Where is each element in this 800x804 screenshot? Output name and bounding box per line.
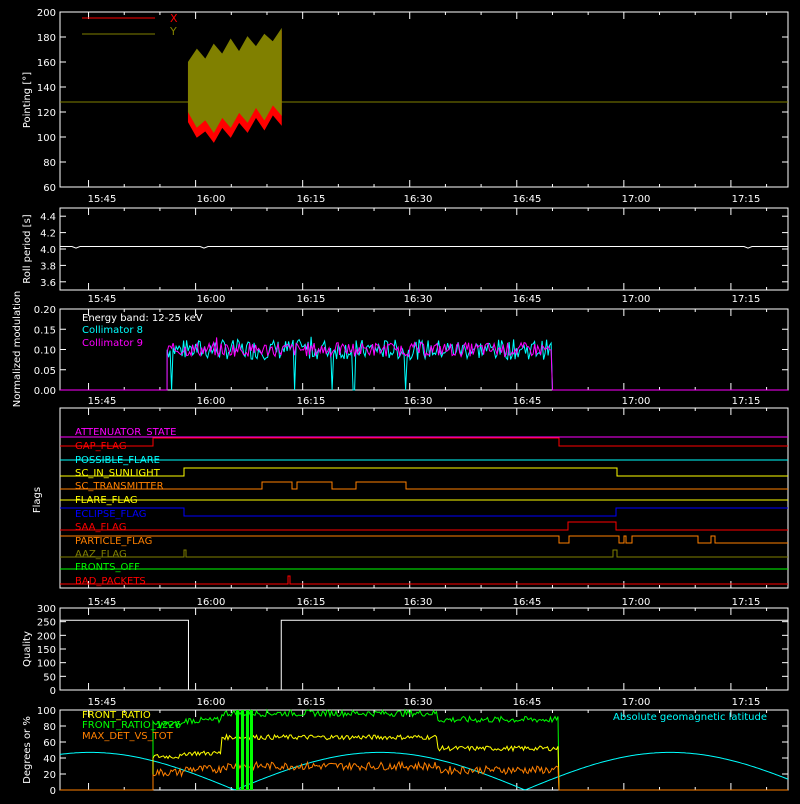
- time-label: 16:30: [404, 294, 433, 305]
- flag-label-saa-flag: SAA_FLAG: [75, 522, 126, 533]
- modulation-energy-band: Energy band: 12-25 keV: [82, 313, 203, 324]
- time-label: 15:45: [88, 597, 117, 608]
- time-label: 17:15: [732, 294, 761, 305]
- modulation-ylabel: Normalized modulation: [12, 291, 23, 408]
- ratio-front-ratio-spike: [241, 710, 244, 790]
- time-label: 17:00: [622, 697, 651, 708]
- y-tick-label: 80: [43, 158, 56, 169]
- time-label: 15:45: [88, 194, 117, 205]
- time-label: 15:45: [88, 697, 117, 708]
- time-label: 16:15: [297, 597, 326, 608]
- quality-ylabel: Quality: [22, 631, 33, 667]
- y-tick-label: 4.4: [40, 212, 56, 223]
- flags-ylabel: Flags: [32, 487, 43, 513]
- time-label: 16:15: [297, 697, 326, 708]
- pointing-legend-x-label: X: [170, 12, 178, 25]
- y-tick-label: 60: [43, 738, 56, 749]
- y-tick-label: 0: [50, 786, 56, 797]
- pointing-ylabel: Pointing [°]: [22, 72, 33, 128]
- y-tick-label: 200: [37, 8, 56, 19]
- time-label: 16:45: [513, 294, 542, 305]
- time-label: 17:00: [622, 597, 651, 608]
- time-label: 15:45: [88, 396, 117, 407]
- time-label: 16:45: [513, 597, 542, 608]
- y-tick-label: 4.2: [40, 229, 56, 240]
- y-tick-label: 4.0: [40, 245, 56, 256]
- time-label: 17:00: [622, 194, 651, 205]
- time-label: 16:45: [513, 697, 542, 708]
- y-tick-label: 100: [37, 706, 56, 717]
- y-tick-label: 40: [43, 754, 56, 765]
- flag-label-sc-transmitter: SC_TRANSMITTER: [75, 481, 164, 492]
- time-label: 16:45: [513, 194, 542, 205]
- y-tick-label: 160: [37, 58, 56, 69]
- flag-label-possible-flare: POSSIBLE_FLARE: [75, 455, 160, 466]
- y-tick-label: 20: [43, 770, 56, 781]
- time-label: 16:30: [404, 194, 433, 205]
- y-tick-label: 0: [50, 686, 56, 697]
- y-tick-label: 120: [37, 108, 56, 119]
- ratio-front-ratio-spike: [236, 710, 239, 790]
- y-tick-label: 250: [37, 618, 56, 629]
- y-tick-label: 100: [37, 133, 56, 144]
- y-tick-label: 0.15: [34, 325, 56, 336]
- time-label: 16:15: [297, 294, 326, 305]
- ratios-ylabel: Degrees or %: [22, 716, 33, 784]
- time-label: 16:15: [297, 194, 326, 205]
- modulation-legend-c8: Collimator 8: [82, 325, 143, 336]
- flag-label-eclipse-flag: ECLIPSE_FLAG: [75, 509, 146, 520]
- y-tick-label: 3.8: [40, 261, 56, 272]
- y-tick-label: 100: [37, 659, 56, 670]
- time-label: 17:15: [732, 697, 761, 708]
- modulation-ylabel-text: Normalized modulation: [12, 291, 23, 408]
- y-tick-label: 200: [37, 631, 56, 642]
- time-label: 15:45: [88, 294, 117, 305]
- chart-figure: Pointing [°] 6080100120140160180200 X Y …: [0, 0, 800, 800]
- time-label: 17:15: [732, 597, 761, 608]
- time-label: 16:45: [513, 396, 542, 407]
- pointing-legend-y-label: Y: [169, 25, 177, 38]
- ratio-front-ratio-spike: [246, 710, 249, 790]
- y-tick-label: 0.10: [34, 346, 56, 357]
- y-tick-label: 140: [37, 83, 56, 94]
- flag-label-aaz-flag: AAZ_FLAG: [75, 549, 127, 560]
- y-tick-label: 0.05: [34, 366, 56, 377]
- time-label: 16:30: [404, 396, 433, 407]
- flag-label-flare-flag: FLARE_FLAG: [75, 495, 138, 506]
- flag-label-bad-packets: BAD_PACKETS: [75, 576, 146, 587]
- flag-label-particle-flag: PARTICLE_FLAG: [75, 536, 152, 547]
- time-label: 16:00: [197, 194, 226, 205]
- flag-label-gap-flag: GAP_FLAG: [75, 441, 127, 452]
- time-label: 16:30: [404, 697, 433, 708]
- roll-ylabel: Roll period [s]: [22, 214, 33, 283]
- y-tick-label: 300: [37, 604, 56, 615]
- y-tick-label: 150: [37, 645, 56, 656]
- modulation-legend-c9: Collimator 9: [82, 338, 143, 349]
- ratios-legend-geomag: Absolute geomagnetic latitude: [613, 712, 767, 723]
- time-label: 16:30: [404, 597, 433, 608]
- time-label: 16:00: [197, 294, 226, 305]
- y-tick-label: 0.20: [34, 305, 56, 316]
- y-tick-label: 0.00: [34, 386, 56, 397]
- flag-label-sc-in-sunlight: SC_IN_SUNLIGHT: [75, 468, 161, 479]
- y-tick-label: 80: [43, 722, 56, 733]
- flag-label-attenuator-state: ATTENUATOR_STATE: [75, 427, 176, 438]
- ratios-legend-front-ratio-1226: FRONT_RATIO_1226: [82, 720, 181, 731]
- time-label: 16:00: [197, 597, 226, 608]
- y-tick-label: 50: [43, 672, 56, 683]
- time-label: 16:15: [297, 396, 326, 407]
- flag-label-fronts-off: FRONTS_OFF: [75, 562, 140, 573]
- time-label: 17:15: [732, 396, 761, 407]
- time-label: 16:00: [197, 396, 226, 407]
- time-label: 17:00: [622, 294, 651, 305]
- y-tick-label: 180: [37, 33, 56, 44]
- time-label: 17:15: [732, 194, 761, 205]
- ratios-legend-max-det: MAX_DET_VS_TOT: [82, 731, 174, 742]
- y-tick-label: 3.6: [40, 278, 56, 289]
- time-label: 16:00: [197, 697, 226, 708]
- y-tick-label: 60: [43, 183, 56, 194]
- time-label: 17:00: [622, 396, 651, 407]
- ratio-front-ratio-spike: [250, 710, 253, 790]
